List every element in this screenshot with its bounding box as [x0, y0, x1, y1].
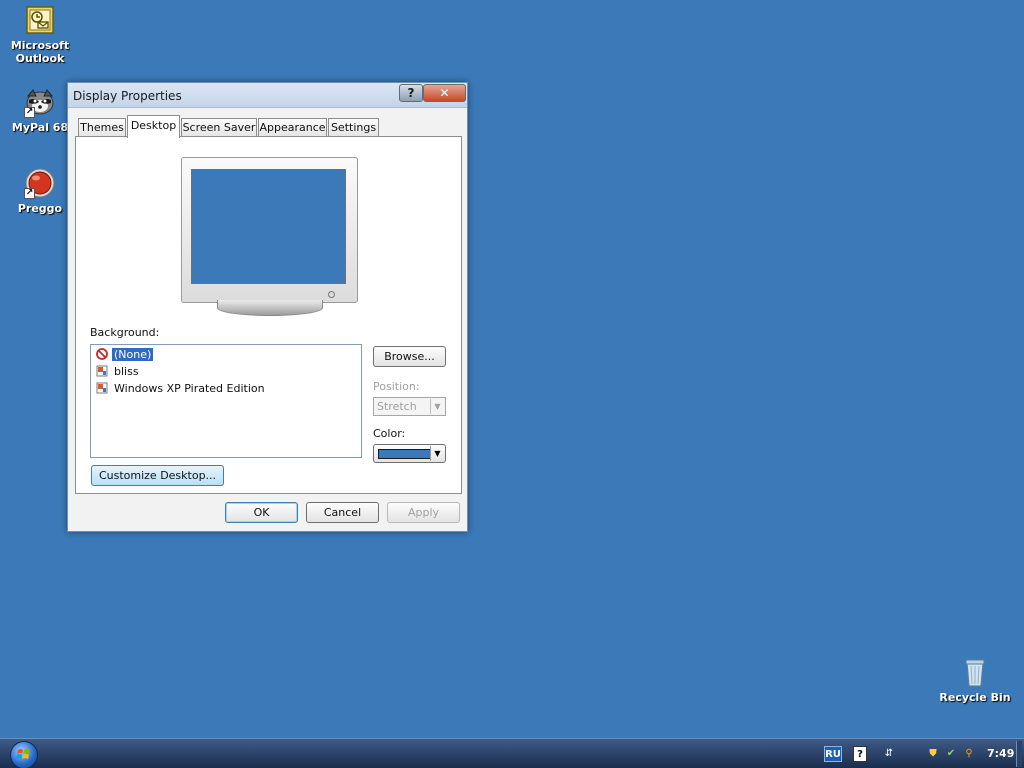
shortcut-arrow-icon: ↗ [24, 188, 35, 199]
help-tray-icon[interactable]: ? [853, 746, 867, 762]
customize-desktop-button[interactable]: Customize Desktop... [91, 465, 224, 486]
tab-settings[interactable]: Settings [328, 118, 379, 137]
desktop-icon-label: Recycle Bin [939, 691, 1011, 704]
desktop-icon-label: Outlook [15, 52, 65, 65]
help-icon: ? [407, 86, 415, 100]
browse-button[interactable]: Browse... [373, 346, 446, 367]
color-picker-button[interactable]: ▼ [373, 444, 446, 463]
desktop-icon-recycle-bin[interactable]: Recycle Bin [936, 656, 1014, 704]
none-icon [96, 348, 108, 360]
apply-button[interactable]: Apply [387, 502, 460, 523]
image-file-icon [96, 365, 108, 377]
background-label: Background: [90, 326, 160, 339]
chevron-down-icon: ▼ [430, 446, 444, 461]
monitor-power-icon [328, 291, 335, 298]
security-shield-icon[interactable]: ⛊ [926, 746, 940, 762]
position-select[interactable]: Stretch ▼ [373, 397, 446, 416]
tab-themes[interactable]: Themes [78, 118, 126, 137]
language-indicator[interactable]: RU [824, 746, 842, 762]
safely-remove-icon[interactable]: ✔ [944, 746, 958, 762]
window-titlebar[interactable]: Display Properties ? ✕ [68, 83, 467, 108]
outlook-icon [24, 4, 56, 36]
search-icon[interactable]: ⚲ [962, 746, 976, 762]
taskbar: RU ? ⇵ ⛊ ✔ ⚲ 7:49 [0, 738, 1024, 768]
show-desktop-button[interactable] [1016, 741, 1022, 767]
list-item-label: Windows XP Pirated Edition [114, 382, 265, 395]
window-title: Display Properties [73, 89, 182, 103]
taskbar-clock[interactable]: 7:49 [987, 747, 1014, 760]
desktop-icon-outlook[interactable]: Microsoft Outlook [1, 4, 79, 65]
list-item-label: bliss [114, 365, 139, 378]
close-button[interactable]: ✕ [423, 84, 466, 102]
image-file-icon [96, 382, 108, 394]
chevron-down-icon: ▼ [430, 399, 444, 414]
position-label: Position: [373, 380, 420, 393]
desktop-tab-panel: Background: (None) bliss Windows XP Pira… [75, 136, 462, 494]
shortcut-arrow-icon: ↗ [24, 107, 35, 118]
list-item-label: (None) [110, 347, 155, 362]
list-item[interactable]: Windows XP Pirated Edition [96, 381, 267, 397]
list-item[interactable]: bliss [96, 364, 141, 380]
monitor-preview [181, 157, 358, 303]
start-button[interactable] [10, 741, 38, 768]
background-listbox[interactable]: (None) bliss Windows XP Pirated Edition [90, 344, 362, 458]
list-item[interactable]: (None) [96, 347, 155, 363]
display-properties-window[interactable]: Display Properties ? ✕ Themes Desktop Sc… [67, 82, 468, 532]
monitor-stand [217, 300, 323, 316]
network-tray-icon[interactable]: ⇵ [882, 746, 896, 762]
color-swatch [378, 449, 431, 459]
help-button[interactable]: ? [399, 84, 423, 102]
position-select-value: Stretch [377, 400, 417, 413]
close-icon: ✕ [439, 86, 450, 100]
tab-screen-saver[interactable]: Screen Saver [181, 118, 257, 137]
tab-desktop[interactable]: Desktop [127, 115, 180, 138]
preggo-icon: ↗ [24, 167, 56, 199]
raccoon-icon: ↗ [24, 86, 56, 118]
tab-appearance[interactable]: Appearance [258, 118, 327, 137]
monitor-screen-preview [191, 169, 346, 284]
cancel-button[interactable]: Cancel [306, 502, 379, 523]
desktop-icon-label: Microsoft [10, 39, 70, 52]
ok-button[interactable]: OK [225, 502, 298, 523]
color-label: Color: [373, 427, 406, 440]
recycle-bin-icon [959, 656, 991, 688]
windows-logo-icon [16, 749, 30, 759]
